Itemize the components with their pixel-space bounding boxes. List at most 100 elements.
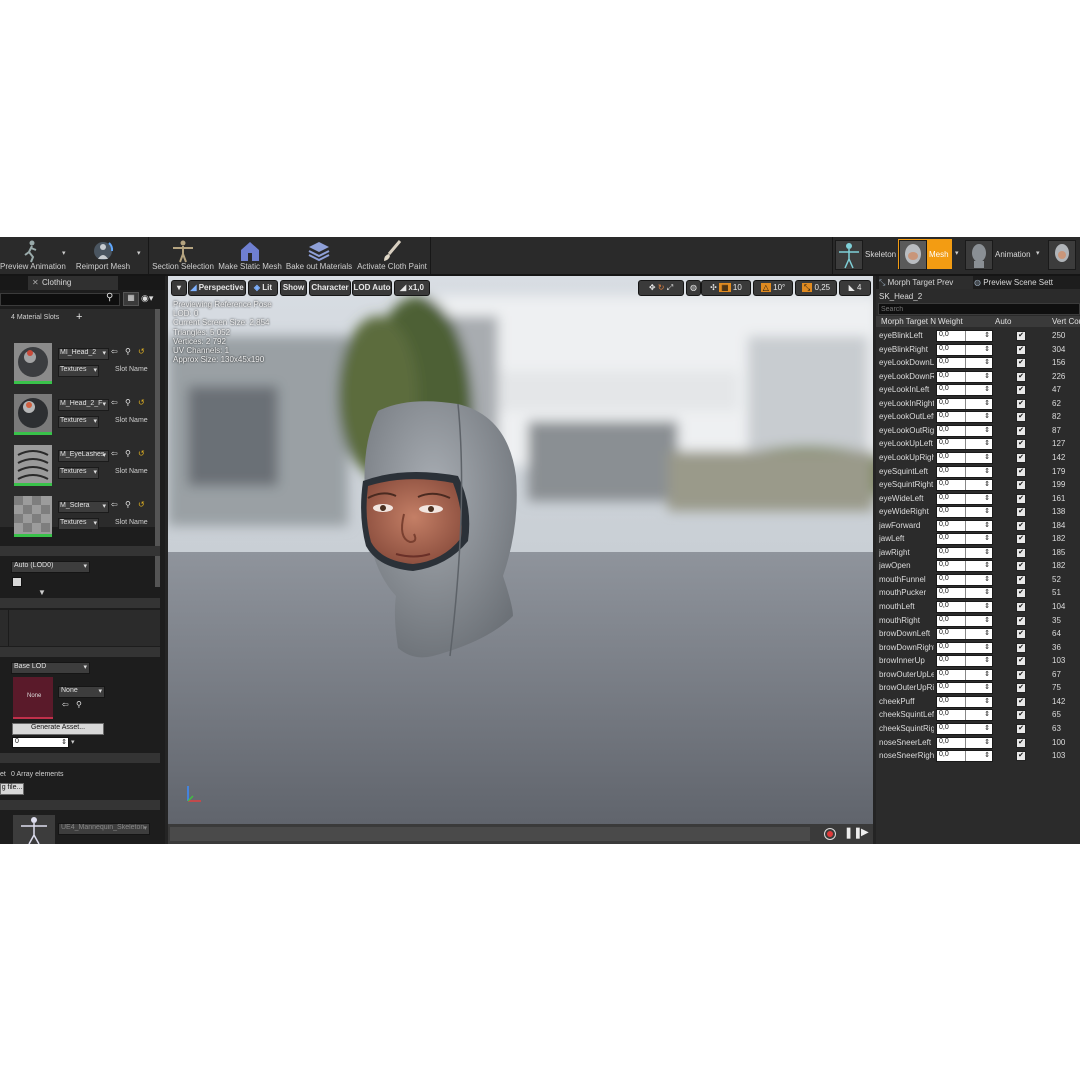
auto-checkbox[interactable]: ✔ [1016,358,1026,369]
auto-checkbox[interactable]: ✔ [1016,534,1026,545]
auto-checkbox[interactable]: ✔ [1016,656,1026,667]
morph-target-row[interactable]: eyeLookInRight 0,0 ⇕ ✔ 62 [876,397,1080,411]
browse-search-icon[interactable]: ⚲ [125,449,131,458]
morph-target-row[interactable]: eyeBlinkLeft 0,0 ⇕ ✔ 250 [876,329,1080,343]
record-icon[interactable] [824,828,836,840]
animation-mode-button[interactable]: Animation [965,239,1045,270]
morph-target-row[interactable]: eyeWideLeft 0,0 ⇕ ✔ 161 [876,492,1080,506]
none-asset-thumbnail[interactable]: None [13,677,53,719]
weight-spinbox[interactable]: 0,0 ⇕ [936,343,993,356]
auto-checkbox[interactable]: ✔ [1016,710,1026,721]
reset-icon[interactable]: ↺ [138,449,145,458]
browse-search-icon[interactable]: ⚲ [76,700,82,709]
close-icon[interactable]: ✕ [32,278,39,287]
weight-spinbox[interactable]: 0,0 ⇕ [936,736,993,749]
sclera-material-thumbnail[interactable] [14,496,52,537]
reimport-dropdown-icon[interactable]: ▾ [137,249,141,257]
morph-target-row[interactable]: browDownRight 0,0 ⇕ ✔ 36 [876,641,1080,655]
scale-snap-icon[interactable]: ⤡ [801,283,813,292]
auto-checkbox[interactable]: ✔ [1016,602,1026,612]
weight-spinbox[interactable]: 0,0 ⇕ [936,546,993,559]
camera-speed-group[interactable]: ◣ 4 [839,280,871,296]
skeleton-dropdown[interactable]: UE4_Mannequin_Skeleton ▾ [58,823,150,835]
auto-checkbox[interactable]: ✔ [1016,737,1026,748]
weight-spinbox[interactable]: 0,0 ⇕ [936,750,993,763]
weight-spinbox[interactable]: 0,0 ⇕ [936,370,993,383]
morph-target-row[interactable]: jawForward 0,0 ⇕ ✔ 184 [876,519,1080,533]
weight-spinbox[interactable]: 0,0 ⇕ [936,641,993,654]
scale-snap-group[interactable]: ⤡ 0,25 [795,280,837,296]
browse-search-icon[interactable]: ⚲ [125,398,131,407]
auto-checkbox[interactable]: ✔ [1016,493,1026,504]
mesh-mode-button[interactable]: Mesh [898,239,952,270]
auto-checkbox[interactable]: ✔ [1016,723,1026,734]
weight-spinbox[interactable]: 0,0 ⇕ [936,357,993,370]
weight-spinbox[interactable]: 0,0 ⇕ [936,465,993,478]
auto-checkbox[interactable]: ✔ [1016,452,1026,463]
morph-target-row[interactable]: eyeLookDownLeft 0,0 ⇕ ✔ 156 [876,356,1080,370]
weight-spinbox[interactable]: 0,0 ⇕ [936,722,993,735]
auto-checkbox[interactable]: ✔ [1016,561,1026,572]
scale-icon[interactable]: ⤢ [667,283,673,292]
activate-cloth-paint-button[interactable]: Activate Cloth Paint [356,237,428,274]
mesh-mode-dropdown-icon[interactable]: ▾ [955,249,959,257]
details-search-input[interactable] [0,293,120,306]
weight-spinbox[interactable]: 0,0 ⇕ [936,533,993,546]
reset-icon[interactable]: ↺ [138,398,145,407]
auto-checkbox[interactable]: ✔ [1016,398,1026,409]
morph-target-row[interactable]: jawOpen 0,0 ⇕ ✔ 182 [876,559,1080,573]
show-button[interactable]: Show [280,280,307,296]
use-selected-arrow-icon[interactable]: ⇦ [111,347,118,356]
weight-spinbox[interactable]: 0,0 ⇕ [936,519,993,532]
morph-target-row[interactable]: mouthPucker 0,0 ⇕ ✔ 51 [876,586,1080,600]
lod-checkbox[interactable] [12,577,22,587]
transform-tools-group[interactable]: ✥ ↻ ⤢ [638,280,684,296]
perspective-button[interactable]: ◢ Perspective [188,280,246,296]
morph-target-row[interactable]: eyeLookInLeft 0,0 ⇕ ✔ 47 [876,383,1080,397]
auto-checkbox[interactable]: ✔ [1016,696,1026,707]
weight-spinbox[interactable]: 0,0 ⇕ [936,411,993,424]
generate-asset-button[interactable]: Generate Asset... [12,723,104,735]
auto-checkbox[interactable]: ✔ [1016,547,1026,558]
skeleton-asset-thumbnail[interactable] [13,815,55,844]
weight-spinbox[interactable]: 0,0 ⇕ [936,479,993,492]
browse-search-icon[interactable]: ⚲ [125,347,131,356]
auto-checkbox[interactable]: ✔ [1016,331,1026,341]
lod-dropdown[interactable]: Auto (LOD0) ▾ [11,561,90,573]
grid-snap-icon[interactable]: ▦ [719,283,731,292]
character-button[interactable]: Character [309,280,351,296]
make-static-mesh-button[interactable]: Make Static Mesh [218,237,282,274]
auto-checkbox[interactable]: ✔ [1016,574,1026,585]
asset-picker-dropdown[interactable]: None ▾ [58,686,105,698]
auto-checkbox[interactable]: ✔ [1016,642,1026,653]
weight-spinbox[interactable]: 0,0 ⇕ [936,573,993,586]
preview-animation-button[interactable]: Preview Animation [0,237,66,274]
world-space-icon[interactable]: ◍ [686,280,701,296]
grid-view-icon[interactable]: ▦ [123,292,139,306]
morph-target-row[interactable]: browOuterUpLeft 0,0 ⇕ ✔ 67 [876,668,1080,682]
section-selection-button[interactable]: Section Selection [152,237,214,274]
lod-auto-button[interactable]: LOD Auto [352,280,392,296]
auto-checkbox[interactable]: ✔ [1016,371,1026,382]
auto-checkbox[interactable]: ✔ [1016,412,1026,423]
skeleton-mode-button[interactable]: Skeleton [835,239,897,270]
use-selected-arrow-icon[interactable]: ⇦ [62,700,69,709]
eye-visibility-icon[interactable]: ◉▾ [141,293,153,304]
morph-target-row[interactable]: jawLeft 0,0 ⇕ ✔ 182 [876,532,1080,546]
use-selected-arrow-icon[interactable]: ⇦ [111,398,118,407]
eyelashes-material-thumbnail[interactable] [14,445,52,486]
auto-checkbox[interactable]: ✔ [1016,751,1026,762]
weight-spinbox[interactable]: 0,0 ⇕ [936,668,993,681]
morph-target-row[interactable]: browOuterUpRight 0,0 ⇕ ✔ 75 [876,681,1080,695]
base-lod-dropdown[interactable]: Base LOD ▾ [11,662,90,674]
weight-spinbox[interactable]: 0,0 ⇕ [936,506,993,519]
morph-target-row[interactable]: browInnerUp 0,0 ⇕ ✔ 103 [876,654,1080,668]
use-selected-arrow-icon[interactable]: ⇦ [111,449,118,458]
blueprint-mode-button[interactable] [1048,239,1078,270]
morph-target-row[interactable]: eyeLookDownRight 0,0 ⇕ ✔ 226 [876,370,1080,384]
preview-viewport[interactable]: ▾ ◢ Perspective ◈ Lit Show Character LOD… [168,276,873,844]
surface-snap-icon[interactable]: ✣ [710,283,717,292]
auto-checkbox[interactable]: ✔ [1016,425,1026,436]
rotation-snap-icon[interactable]: △ [760,283,771,292]
auto-checkbox[interactable]: ✔ [1016,588,1026,599]
